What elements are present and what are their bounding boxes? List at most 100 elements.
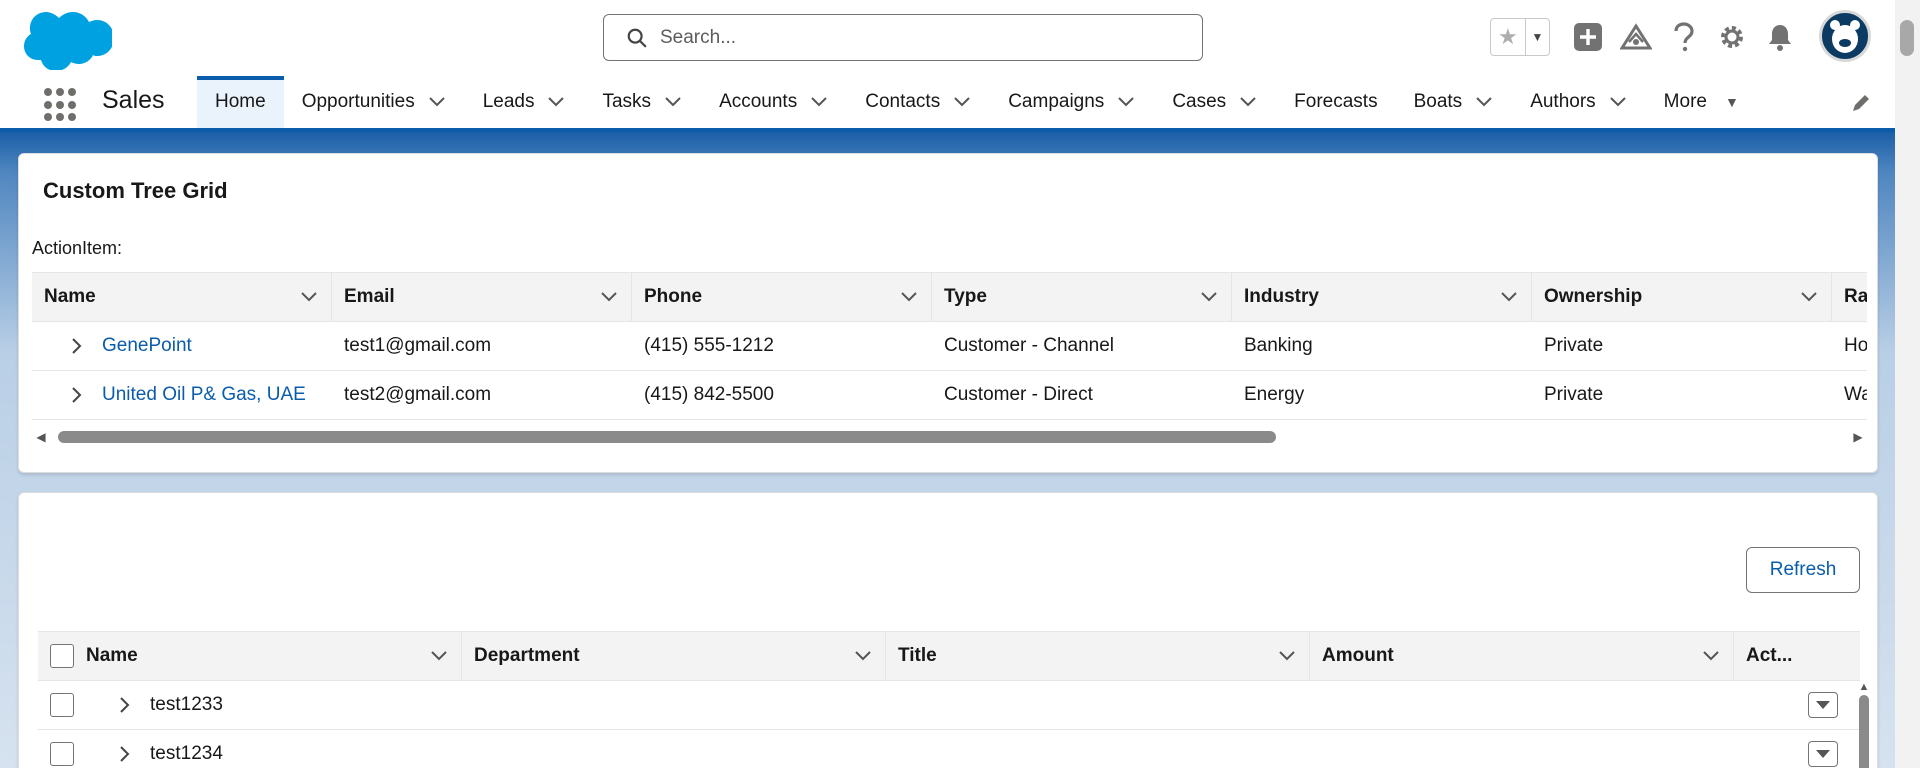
chevron-right-icon[interactable]	[116, 696, 134, 714]
row-select-cell	[38, 693, 86, 717]
tab-home[interactable]: Home	[197, 76, 284, 128]
chevron-down-icon[interactable]	[663, 92, 683, 112]
favorites-control[interactable]: ★ ▼	[1490, 18, 1550, 56]
scroll-up-arrow-icon[interactable]: ▲	[1857, 681, 1871, 693]
row-actions-button[interactable]	[1808, 692, 1838, 718]
tab-label: Accounts	[719, 91, 798, 112]
select-all-checkbox[interactable]	[50, 644, 74, 668]
name-cell: test1234	[86, 743, 462, 765]
chevron-down-icon[interactable]	[1703, 651, 1719, 661]
refresh-button[interactable]: Refresh	[1746, 547, 1860, 593]
favorites-dropdown-icon[interactable]: ▼	[1526, 19, 1549, 55]
search-placeholder: Search...	[660, 26, 737, 48]
column-header-name[interactable]: Name	[32, 273, 332, 321]
tab-boats[interactable]: Boats	[1396, 76, 1513, 128]
account-name-link[interactable]: GenePoint	[102, 335, 192, 357]
tab-accounts[interactable]: Accounts	[701, 76, 847, 128]
edit-nav-pencil-icon[interactable]	[1850, 92, 1872, 114]
tab-label: Boats	[1413, 91, 1463, 112]
column-header-department[interactable]: Department	[462, 632, 886, 680]
tab-opportunities[interactable]: Opportunities	[284, 76, 465, 128]
row-checkbox[interactable]	[50, 742, 74, 766]
chevron-down-icon[interactable]	[809, 92, 829, 112]
column-header-label: Industry	[1244, 286, 1319, 307]
column-header-label: Name	[86, 645, 138, 666]
scrollbar-thumb[interactable]	[58, 431, 1276, 443]
column-header-rating[interactable]: Ra	[1832, 273, 1867, 321]
tab-campaigns[interactable]: Campaigns	[990, 76, 1154, 128]
tab-tasks[interactable]: Tasks	[584, 76, 701, 128]
tab-leads[interactable]: Leads	[465, 76, 585, 128]
chevron-down-icon[interactable]	[1501, 292, 1517, 302]
tab-more[interactable]: More ▼	[1646, 76, 1757, 128]
row-name: test1233	[150, 694, 223, 715]
chevron-right-icon[interactable]	[116, 745, 134, 763]
accounts-tree-grid: Name Email Phone Type Industry Ownership…	[32, 272, 1867, 420]
scroll-right-arrow-icon[interactable]: ▶	[1849, 430, 1867, 444]
trailhead-icon[interactable]	[1620, 21, 1652, 53]
column-header-phone[interactable]: Phone	[632, 273, 932, 321]
chevron-down-icon[interactable]	[427, 92, 447, 112]
chevron-right-icon[interactable]	[68, 386, 86, 404]
grid-header-row: Name Email Phone Type Industry Ownership…	[32, 272, 1867, 322]
tab-forecasts[interactable]: Forecasts	[1276, 76, 1395, 128]
column-header-industry[interactable]: Industry	[1232, 273, 1532, 321]
page-scrollbar[interactable]	[1895, 0, 1920, 768]
column-header-ownership[interactable]: Ownership	[1532, 273, 1832, 321]
chevron-down-icon[interactable]	[431, 651, 447, 661]
row-select-cell	[38, 742, 86, 766]
tab-cases[interactable]: Cases	[1154, 76, 1276, 128]
industry-cell: Energy	[1244, 384, 1305, 405]
chevron-down-icon[interactable]	[601, 292, 617, 302]
contacts-tree-grid-card: Refresh Name Department Title Amount Act…	[18, 492, 1878, 768]
chevron-down-icon[interactable]	[1608, 92, 1628, 112]
chevron-down-icon[interactable]	[952, 92, 972, 112]
tab-label: Leads	[482, 91, 535, 112]
chevron-down-icon[interactable]	[901, 292, 917, 302]
chevron-right-icon[interactable]	[68, 337, 86, 355]
table-row: test1233	[38, 681, 1860, 730]
chevron-down-icon[interactable]	[1279, 651, 1295, 661]
chevron-down-icon[interactable]	[1238, 92, 1258, 112]
help-icon[interactable]	[1668, 21, 1700, 53]
name-cell: GenePoint	[32, 322, 332, 370]
global-header: Search... ★ ▼	[0, 0, 1920, 76]
grid-vertical-scrollbar[interactable]: ▲	[1857, 681, 1871, 768]
chevron-down-icon[interactable]	[1801, 292, 1817, 302]
column-header-actions[interactable]: Act...	[1734, 632, 1810, 680]
chevron-down-icon[interactable]	[1201, 292, 1217, 302]
chevron-down-icon[interactable]	[1474, 92, 1494, 112]
column-header-email[interactable]: Email	[332, 273, 632, 321]
row-actions-button[interactable]	[1808, 741, 1838, 767]
tab-authors[interactable]: Authors	[1512, 76, 1645, 128]
chevron-down-icon[interactable]	[546, 92, 566, 112]
column-header-label: Act...	[1746, 645, 1793, 666]
user-avatar[interactable]	[1819, 10, 1871, 62]
column-header-label: Phone	[644, 286, 703, 307]
page-scrollbar-thumb[interactable]	[1900, 20, 1914, 56]
row-checkbox[interactable]	[50, 693, 74, 717]
app-name: Sales	[102, 86, 165, 114]
scrollbar-track[interactable]	[50, 431, 1849, 443]
chevron-down-icon[interactable]	[1116, 92, 1136, 112]
favorites-star-icon[interactable]: ★	[1491, 19, 1526, 55]
column-header-amount[interactable]: Amount	[1310, 632, 1734, 680]
chevron-down-icon	[1816, 701, 1830, 709]
add-icon[interactable]	[1572, 21, 1604, 53]
column-header-name[interactable]: Name	[86, 632, 462, 680]
account-name-link[interactable]: United Oil P& Gas, UAE	[102, 384, 306, 406]
grid-horizontal-scrollbar[interactable]: ◀ ▶	[32, 426, 1867, 448]
chevron-down-icon[interactable]	[301, 292, 317, 302]
chevron-down-icon[interactable]	[855, 651, 871, 661]
app-launcher-icon[interactable]	[44, 88, 78, 122]
setup-gear-icon[interactable]	[1716, 21, 1748, 53]
tab-contacts[interactable]: Contacts	[847, 76, 990, 128]
notifications-bell-icon[interactable]	[1764, 21, 1796, 53]
global-search-input[interactable]: Search...	[603, 14, 1203, 61]
column-header-title[interactable]: Title	[886, 632, 1310, 680]
tab-label: Cases	[1172, 91, 1227, 112]
scroll-left-arrow-icon[interactable]: ◀	[32, 430, 50, 444]
column-header-type[interactable]: Type	[932, 273, 1232, 321]
salesforce-logo[interactable]	[22, 8, 112, 70]
scrollbar-thumb[interactable]	[1859, 695, 1869, 768]
